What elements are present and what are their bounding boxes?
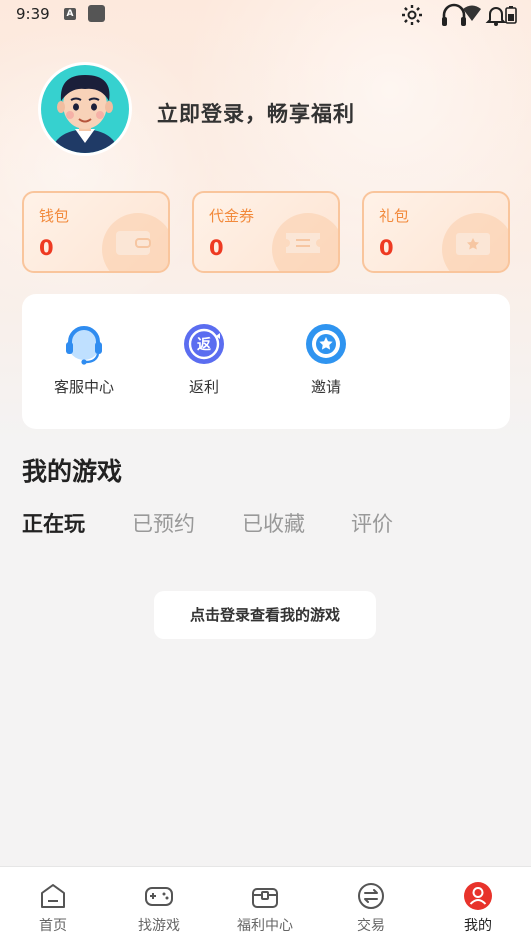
exchange-icon: [358, 883, 384, 909]
wallet-icon: [102, 213, 168, 271]
avatar-illustration: [41, 65, 129, 153]
invite-label: 邀请: [310, 378, 341, 396]
nav-item-mine[interactable]: 我的: [433, 881, 523, 935]
nav-label-home: 首页: [39, 918, 67, 934]
wallet-label: 钱包: [39, 207, 70, 225]
wallet-value: 0: [39, 236, 54, 260]
keyboard-indicator-icon: A: [64, 8, 76, 20]
tab-reviews[interactable]: 评价: [351, 508, 393, 538]
login-to-view-games-button[interactable]: 点击登录查看我的游戏: [154, 591, 376, 639]
voucher-label: 代金券: [209, 207, 255, 225]
wifi-icon: [462, 5, 482, 27]
gift-pack-label: 礼包: [379, 207, 410, 225]
settings-icon[interactable]: [400, 3, 424, 31]
status-time: 9:39: [16, 5, 50, 23]
login-prompt[interactable]: 立即登录，畅享福利: [157, 98, 355, 128]
service-panel: 客服中心 返 返利 邀请: [22, 294, 510, 429]
invite-icon: [306, 324, 346, 364]
svg-text:返: 返: [197, 336, 211, 353]
wallet-card[interactable]: 钱包 0: [22, 191, 170, 273]
invite-entry[interactable]: 邀请: [276, 322, 376, 397]
nav-label-trade: 交易: [357, 918, 385, 934]
nav-label-find-games: 找游戏: [138, 918, 180, 934]
customer-service-label: 客服中心: [53, 378, 114, 396]
tab-playing[interactable]: 正在玩: [22, 508, 85, 538]
voucher-icon: [272, 213, 338, 271]
status-bar: 9:39 A: [0, 0, 531, 30]
rebate-entry[interactable]: 返 返利: [154, 322, 254, 397]
headset-icon: [66, 326, 102, 365]
gamepad-icon: [145, 887, 173, 906]
gift-pack-icon: [442, 213, 508, 271]
avatar[interactable]: [38, 62, 132, 156]
notification-square-icon: [88, 5, 105, 22]
nav-item-home[interactable]: 首页: [8, 881, 98, 935]
my-games-title: 我的游戏: [22, 457, 123, 486]
user-icon: [464, 882, 492, 910]
tab-favorites[interactable]: 已收藏: [242, 508, 305, 538]
bottom-nav: 首页 找游戏 福利中心 交易 我的: [0, 866, 531, 945]
nav-item-trade[interactable]: 交易: [326, 881, 416, 935]
nav-item-find-games[interactable]: 找游戏: [114, 881, 204, 935]
nav-item-welfare-center[interactable]: 福利中心: [220, 881, 310, 935]
nav-label-welfare-center: 福利中心: [237, 918, 293, 934]
home-icon: [41, 884, 65, 908]
voucher-value: 0: [209, 236, 224, 260]
voucher-card[interactable]: 代金券 0: [192, 191, 340, 273]
nav-label-mine: 我的: [464, 918, 492, 934]
rebate-label: 返利: [188, 378, 219, 396]
tab-reserved[interactable]: 已预约: [132, 508, 195, 538]
gift-box-icon: [252, 888, 278, 908]
gift-pack-value: 0: [379, 236, 394, 260]
battery-icon: [505, 6, 517, 28]
customer-service-entry[interactable]: 客服中心: [34, 322, 134, 397]
rebate-icon: 返: [184, 324, 224, 364]
gift-pack-card[interactable]: 礼包 0: [362, 191, 510, 273]
